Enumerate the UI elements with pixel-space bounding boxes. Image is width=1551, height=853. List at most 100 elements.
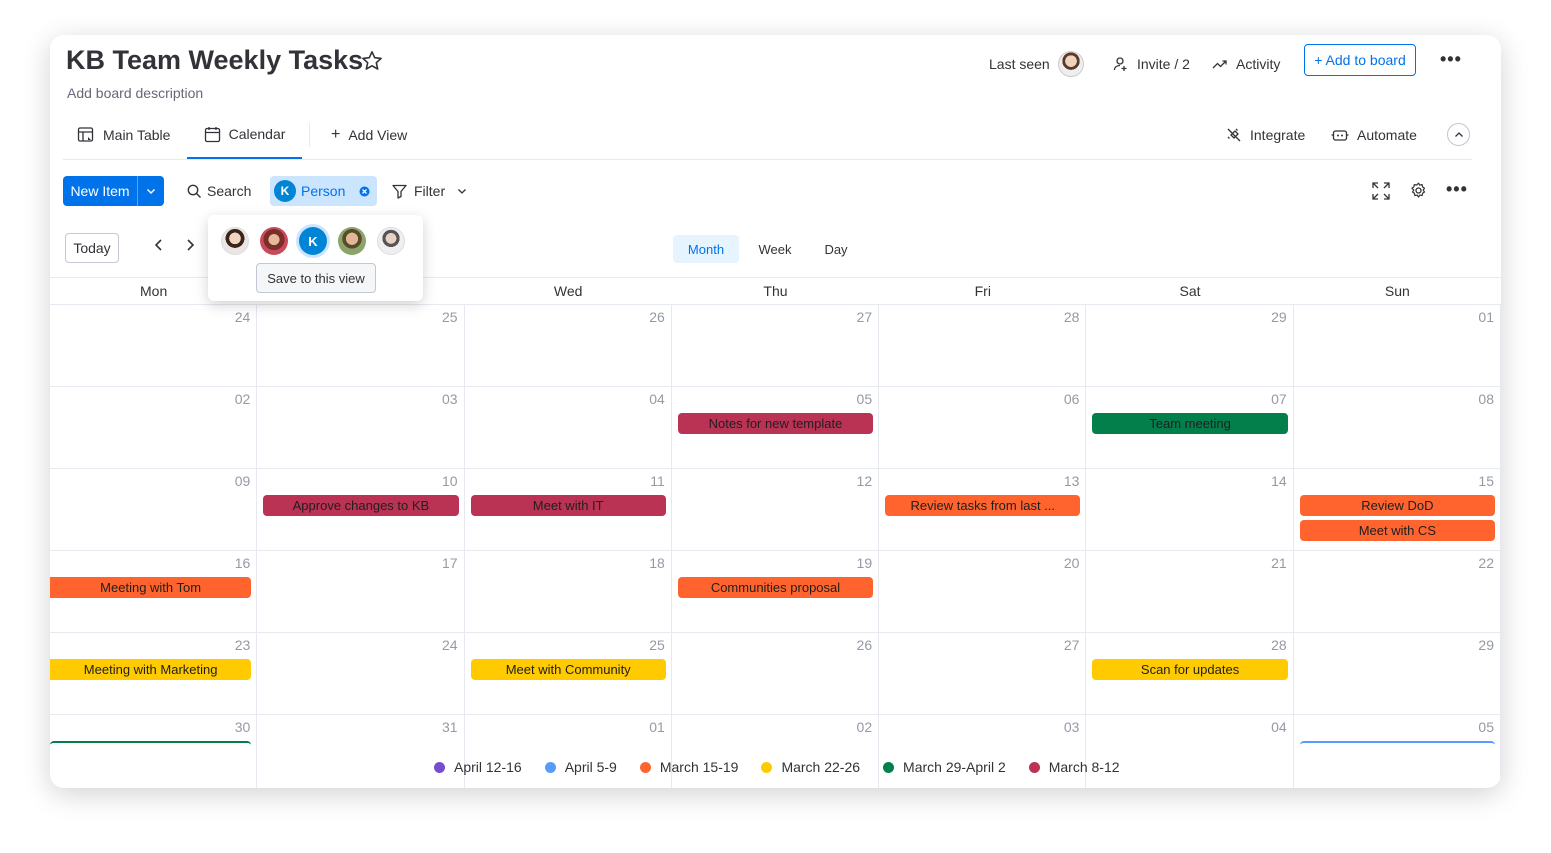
calendar-event-partial[interactable] xyxy=(1299,741,1495,762)
filter-button[interactable]: Filter xyxy=(392,175,467,207)
person-avatar-selected[interactable]: K xyxy=(299,227,327,255)
save-to-view-button[interactable]: Save to this view xyxy=(256,263,376,293)
legend-label: March 8-12 xyxy=(1048,759,1120,775)
calendar-event[interactable]: Meet with IT xyxy=(470,495,666,516)
calendar-event-partial[interactable] xyxy=(50,741,252,762)
calendar-day-cell[interactable]: 06 xyxy=(879,387,1087,469)
add-to-board-button[interactable]: + Add to board xyxy=(1304,44,1416,76)
legend-label: April 12-16 xyxy=(454,759,522,775)
integrate-icon xyxy=(1226,127,1250,143)
calendar-event[interactable]: Team meeting xyxy=(1092,413,1288,434)
chevron-up-icon xyxy=(1454,130,1464,140)
view-week-button[interactable]: Week xyxy=(747,235,803,263)
calendar-day-cell[interactable]: 03 xyxy=(879,715,1087,788)
tab-main-table[interactable]: Main Table xyxy=(77,111,170,159)
calendar-day-cell[interactable]: 29 xyxy=(1086,305,1294,387)
calendar-day-cell[interactable]: 01 xyxy=(1293,305,1501,387)
calendar-day-cell[interactable]: 12 xyxy=(671,469,880,551)
today-button[interactable]: Today xyxy=(65,233,119,263)
day-number: 03 xyxy=(441,391,458,407)
calendar-event[interactable]: Meeting with Tom xyxy=(50,577,252,598)
calendar-event[interactable]: Scan for updates xyxy=(1092,659,1288,680)
day-number: 06 xyxy=(1063,391,1080,407)
calendar-day-cell[interactable]: 01 xyxy=(465,715,672,788)
gear-icon[interactable] xyxy=(1410,182,1427,204)
calendar-day-cell[interactable]: 18 xyxy=(464,551,672,633)
calendar-event[interactable]: Meeting with Marketing xyxy=(50,659,252,680)
person-avatar-2[interactable] xyxy=(260,227,288,255)
day-number: 26 xyxy=(649,309,665,325)
calendar-day-cell[interactable]: 28 xyxy=(879,305,1087,387)
board-description[interactable]: Add board description xyxy=(67,85,203,101)
new-item-button[interactable]: New Item xyxy=(63,176,164,206)
person-avatar-5[interactable] xyxy=(377,227,405,255)
day-number: 23 xyxy=(234,637,251,653)
automate-button[interactable]: Automate xyxy=(1331,111,1417,159)
board-title[interactable]: KB Team Weekly Tasks xyxy=(66,45,363,76)
calendar-day-cell[interactable]: 08 xyxy=(1293,387,1501,469)
person-avatar-1[interactable] xyxy=(221,227,249,255)
calendar-day-cell[interactable]: 25 xyxy=(257,305,465,387)
calendar-day-cell[interactable]: 14 xyxy=(1086,469,1294,551)
color-legend: April 12-16 April 5-9 March 15-19 March 22-… xyxy=(434,759,1143,775)
day-number: 16 xyxy=(234,555,251,571)
calendar-event[interactable]: Meet with CS xyxy=(1299,520,1495,541)
calendar-day-cell[interactable]: 02 xyxy=(50,387,258,469)
day-number: 30 xyxy=(234,719,251,735)
calendar-event[interactable]: Meet with Community xyxy=(470,659,666,680)
day-number: 02 xyxy=(856,719,873,735)
calendar-event[interactable]: Review DoD xyxy=(1299,495,1495,516)
more-options-icon[interactable]: ••• xyxy=(1446,179,1468,200)
day-number: 19 xyxy=(856,555,873,571)
calendar-day-cell[interactable]: 02 xyxy=(672,715,880,788)
calendar-event[interactable]: Communities proposal xyxy=(677,577,874,598)
day-number: 17 xyxy=(441,555,458,571)
calendar-day-cell[interactable]: 26 xyxy=(464,305,672,387)
star-icon[interactable] xyxy=(360,49,384,78)
calendar-day-cell[interactable]: 20 xyxy=(879,551,1087,633)
collapse-header-button[interactable] xyxy=(1447,123,1470,146)
calendar-day-cell[interactable]: 03 xyxy=(257,387,465,469)
calendar-day-cell[interactable]: 22 xyxy=(1293,551,1501,633)
day-number: 09 xyxy=(234,473,251,489)
calendar-event[interactable]: Review tasks from last ... xyxy=(885,495,1081,516)
fullscreen-icon[interactable] xyxy=(1372,182,1390,205)
calendar-event[interactable]: Approve changes to KB xyxy=(263,495,459,516)
chevron-left-icon[interactable] xyxy=(153,238,165,257)
calendar-day-cell[interactable]: 04 xyxy=(464,387,672,469)
clear-filter-icon[interactable] xyxy=(359,186,370,197)
more-options-icon[interactable]: ••• xyxy=(1440,49,1462,70)
invite-label: Invite / 2 xyxy=(1137,56,1190,72)
person-filter-chip[interactable]: K Person xyxy=(270,176,377,206)
last-seen[interactable]: Last seen xyxy=(989,49,1084,79)
day-number: 22 xyxy=(1478,555,1494,571)
chevron-down-icon xyxy=(457,186,467,196)
view-day-button[interactable]: Day xyxy=(812,235,860,263)
calendar-day-cell[interactable]: 26 xyxy=(671,633,880,715)
integrate-button[interactable]: Integrate xyxy=(1226,111,1305,159)
chevron-down-icon[interactable] xyxy=(138,176,164,206)
calendar-day-cell[interactable]: 24 xyxy=(50,305,258,387)
filter-icon xyxy=(392,184,407,199)
calendar-event[interactable]: Notes for new template xyxy=(677,413,874,434)
person-avatar-4[interactable] xyxy=(338,227,366,255)
search-button[interactable]: Search xyxy=(187,175,251,207)
calendar-day-cell[interactable]: 27 xyxy=(671,305,880,387)
calendar-day-cell[interactable]: 29 xyxy=(1293,633,1501,715)
chevron-right-icon[interactable] xyxy=(184,238,196,257)
tab-calendar[interactable]: Calendar xyxy=(187,111,302,159)
legend-color-dot xyxy=(1028,761,1040,773)
activity-button[interactable]: Activity xyxy=(1212,49,1280,79)
invite-button[interactable]: Invite / 2 xyxy=(1113,49,1190,79)
calendar-day-cell[interactable]: 09 xyxy=(50,469,258,551)
calendar-day-cell[interactable]: 17 xyxy=(257,551,465,633)
legend-color-dot xyxy=(544,761,556,773)
calendar-day-cell[interactable]: 21 xyxy=(1086,551,1294,633)
calendar-day-cell[interactable]: 27 xyxy=(879,633,1087,715)
day-number: 27 xyxy=(1063,637,1080,653)
calendar-day-cell[interactable]: 04 xyxy=(1086,715,1294,788)
add-view-button[interactable]: + Add View xyxy=(331,111,407,159)
view-month-button[interactable]: Month xyxy=(673,235,739,263)
calendar-day-cell[interactable]: 24 xyxy=(257,633,465,715)
calendar-day-cell[interactable]: 31 xyxy=(257,715,465,788)
